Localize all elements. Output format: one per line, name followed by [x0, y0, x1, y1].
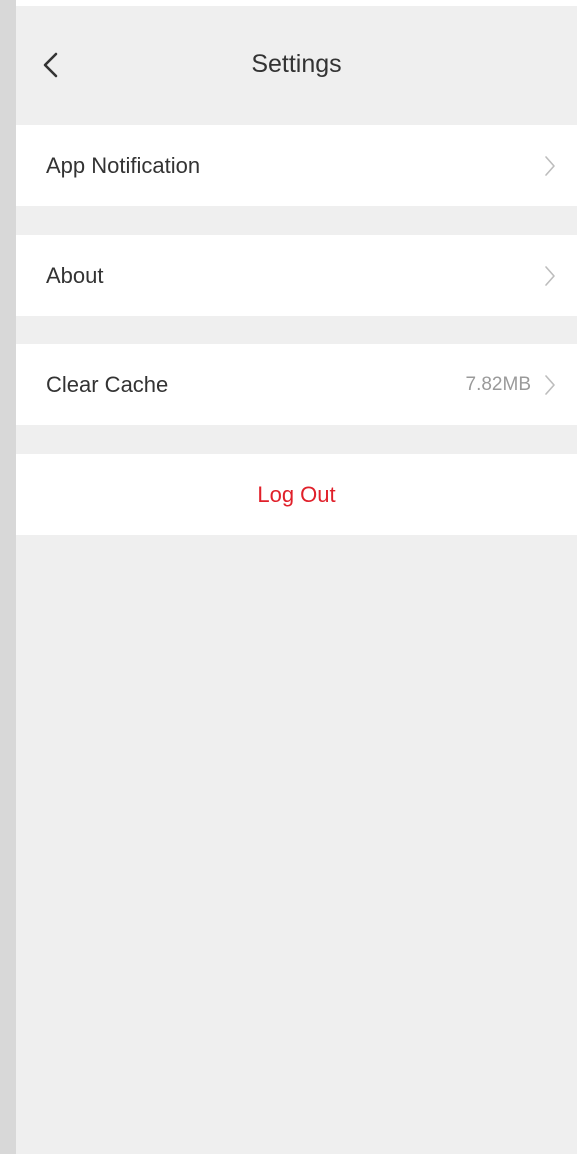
- settings-screen: Settings App Notification About Clear Ca…: [16, 0, 577, 1154]
- chevron-right-icon: [543, 264, 557, 288]
- menu-item-label: App Notification: [46, 153, 201, 178]
- logout-button[interactable]: Log Out: [16, 454, 577, 535]
- header-bar: Settings: [16, 6, 577, 126]
- menu-item-clear-cache[interactable]: Clear Cache 7.82MB: [16, 344, 577, 425]
- menu-item-label: About: [46, 263, 104, 288]
- menu-item-app-notification[interactable]: App Notification: [16, 125, 577, 206]
- chevron-right-icon: [543, 154, 557, 178]
- menu-item-label: Clear Cache: [46, 372, 169, 397]
- menu-item-about[interactable]: About: [16, 235, 577, 316]
- cache-size-value: 7.82MB: [465, 374, 531, 395]
- chevron-right-icon: [543, 373, 557, 397]
- logout-label: Log Out: [257, 482, 336, 507]
- page-title: Settings: [251, 50, 342, 78]
